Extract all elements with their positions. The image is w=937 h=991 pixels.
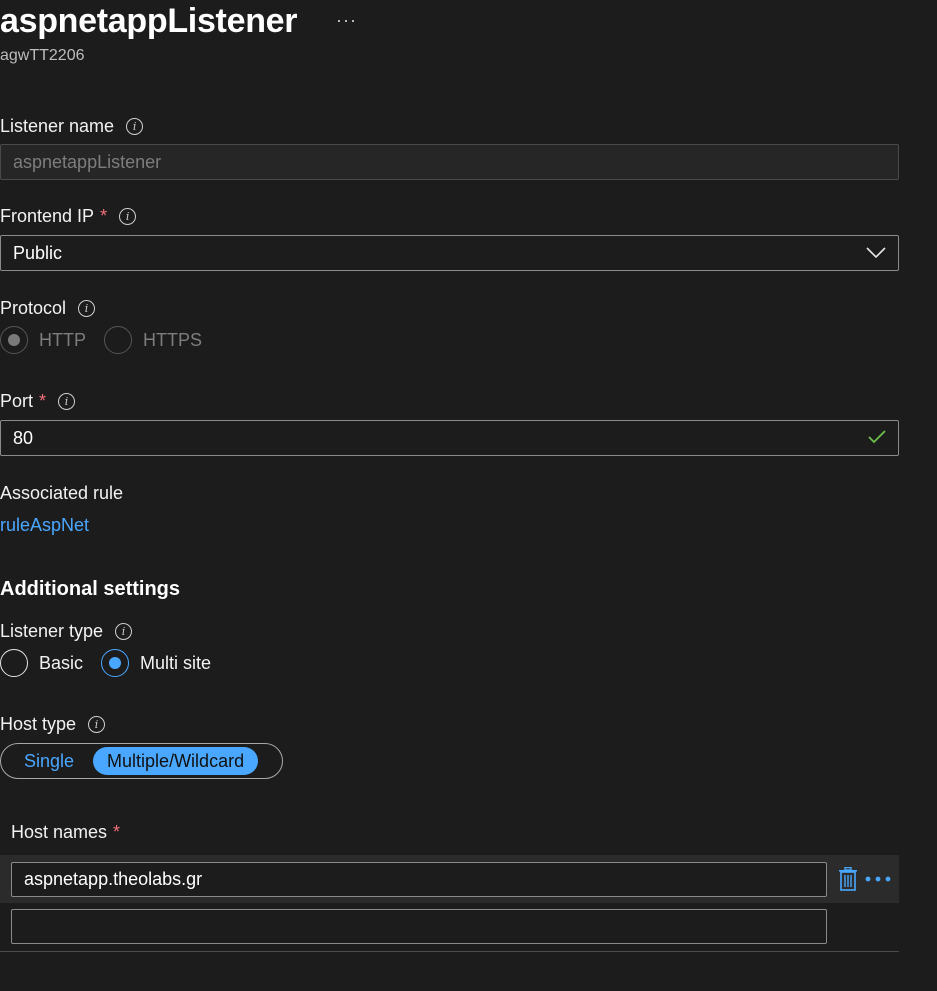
more-options-icon[interactable] — [864, 870, 892, 888]
listener-type-radio-group: Basic Multi site — [0, 649, 211, 677]
divider — [0, 951, 899, 952]
listener-type-label: Listener type i — [0, 621, 133, 642]
host-name-input-empty[interactable] — [11, 909, 827, 944]
listener-name-value: aspnetappListener — [13, 151, 162, 172]
port-value: 80 — [13, 427, 34, 448]
trash-icon[interactable] — [836, 866, 860, 892]
frontend-ip-select[interactable]: Public — [0, 235, 899, 271]
host-type-label-text: Host type — [0, 714, 77, 734]
host-type-label: Host type i — [0, 714, 106, 735]
page-subtitle: agwTT2206 — [0, 47, 85, 64]
host-names-label-text: Host names — [11, 822, 108, 842]
additional-settings-heading: Additional settings — [0, 578, 180, 600]
radio-basic[interactable] — [0, 649, 28, 677]
info-icon[interactable]: i — [88, 716, 106, 733]
frontend-ip-value: Public — [13, 242, 63, 263]
more-options-button[interactable]: ··· — [336, 10, 357, 31]
radio-multi-site-label: Multi site — [140, 652, 212, 673]
info-icon[interactable]: i — [119, 208, 137, 225]
radio-basic-label: Basic — [39, 652, 84, 673]
checkmark-icon — [868, 428, 886, 449]
port-label: Port * i — [0, 391, 76, 412]
listener-type-label-text: Listener type — [0, 621, 104, 641]
port-label-text: Port — [0, 391, 34, 411]
radio-multi-site[interactable] — [101, 649, 130, 677]
associated-rule-link[interactable]: ruleAspNet — [0, 515, 89, 536]
radio-http[interactable] — [0, 326, 28, 354]
radio-https-label: HTTPS — [143, 329, 203, 350]
host-name-input[interactable]: aspnetapp.theolabs.gr — [11, 862, 827, 897]
listener-name-label: Listener name i — [0, 116, 144, 137]
host-type-toggle: Single Multiple/Wildcard — [0, 743, 283, 779]
host-names-label: Host names * — [11, 822, 120, 843]
port-input[interactable]: 80 — [0, 420, 899, 456]
protocol-label: Protocol i — [0, 298, 96, 319]
protocol-radio-group: HTTP HTTPS — [0, 326, 202, 354]
chevron-down-icon — [866, 243, 886, 264]
frontend-ip-label: Frontend IP * i — [0, 206, 137, 227]
associated-rule-label: Associated rule — [0, 483, 124, 503]
protocol-label-text: Protocol — [0, 298, 67, 318]
info-icon[interactable]: i — [126, 118, 144, 135]
required-asterisk: * — [113, 822, 121, 842]
host-name-value: aspnetapp.theolabs.gr — [24, 869, 203, 889]
listener-name-label-text: Listener name — [0, 116, 115, 136]
radio-http-label: HTTP — [39, 329, 86, 350]
host-type-multiple-wildcard[interactable]: Multiple/Wildcard — [93, 747, 259, 775]
host-type-single[interactable]: Single — [10, 747, 88, 775]
frontend-ip-label-text: Frontend IP — [0, 206, 95, 226]
info-icon[interactable]: i — [115, 623, 133, 640]
required-asterisk: * — [100, 206, 108, 226]
info-icon[interactable]: i — [78, 300, 96, 317]
radio-https[interactable] — [104, 326, 132, 354]
required-asterisk: * — [39, 391, 47, 411]
listener-name-input[interactable]: aspnetappListener — [0, 144, 899, 180]
page-title: aspnetappListener — [0, 2, 298, 40]
info-icon[interactable]: i — [58, 393, 76, 410]
